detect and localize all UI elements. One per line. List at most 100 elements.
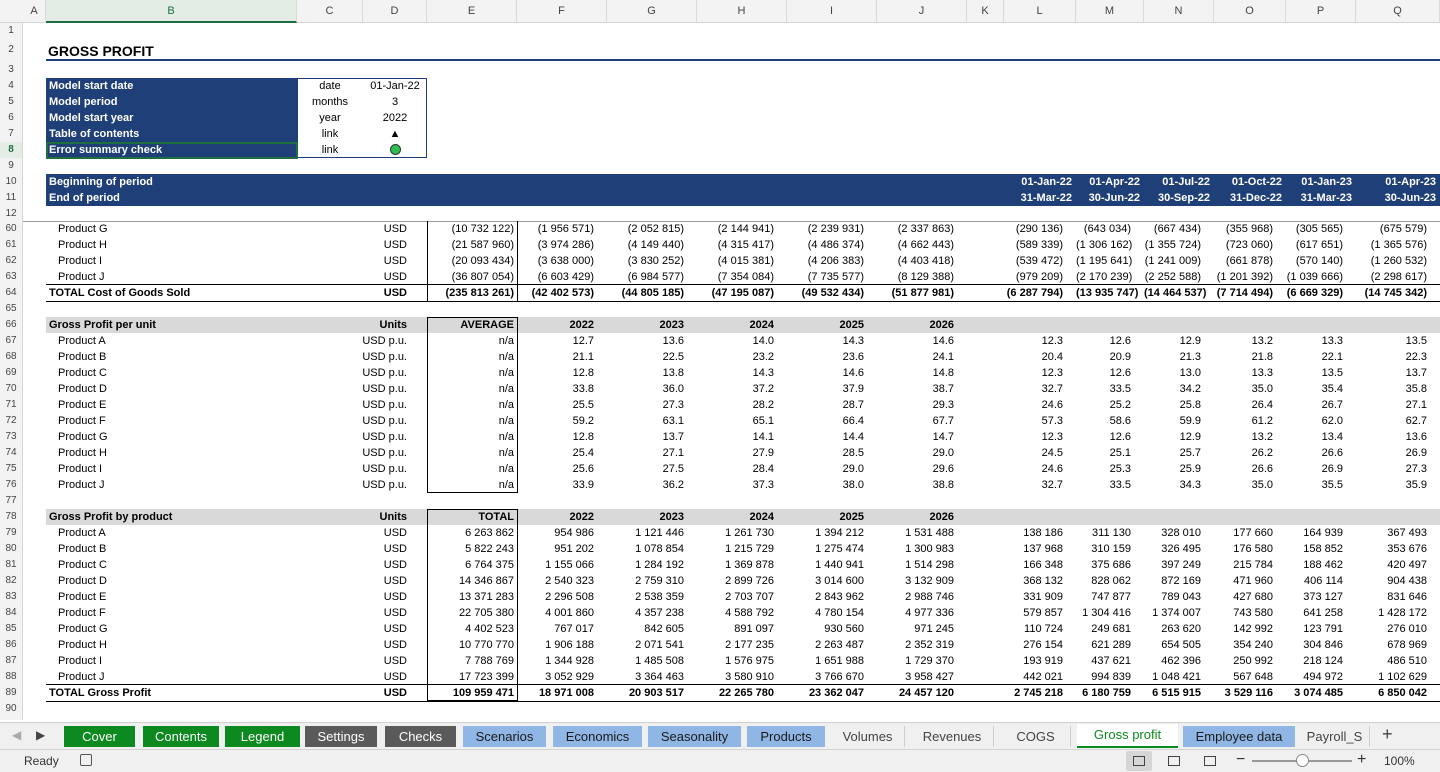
row-header-68[interactable]: 68: [0, 349, 22, 365]
row-header-74[interactable]: 74: [0, 445, 22, 461]
sheet-tab-payroll-s[interactable]: Payroll_S: [1300, 726, 1370, 747]
row-header-81[interactable]: 81: [0, 557, 22, 573]
column-header-b[interactable]: B: [46, 0, 297, 23]
row-header-73[interactable]: 73: [0, 429, 22, 445]
row-label: Product F: [58, 607, 106, 619]
row-header-9[interactable]: 9: [0, 158, 22, 174]
row-header-89[interactable]: 89: [0, 685, 22, 701]
row-header-88[interactable]: 88: [0, 669, 22, 685]
column-header-h[interactable]: H: [697, 0, 787, 23]
row-header-86[interactable]: 86: [0, 637, 22, 653]
row-header-66[interactable]: 66: [0, 317, 22, 333]
row-header-11[interactable]: 11: [0, 190, 22, 206]
sheet-tab-cogs[interactable]: COGS: [1001, 726, 1071, 747]
row-value: 37.9: [842, 383, 864, 395]
row-header-12[interactable]: 12: [0, 206, 22, 222]
zoom-in-icon[interactable]: +: [1357, 751, 1366, 769]
row-header-71[interactable]: 71: [0, 397, 22, 413]
row-value: (617 651): [1295, 239, 1343, 251]
row-header-10[interactable]: 10: [0, 174, 22, 190]
sheet-tab-volumes[interactable]: Volumes: [831, 726, 905, 747]
column-header-p[interactable]: P: [1286, 0, 1356, 23]
column-header-c[interactable]: C: [297, 0, 363, 23]
column-header-l[interactable]: L: [1004, 0, 1076, 23]
column-header-i[interactable]: I: [787, 0, 877, 23]
row-header-79[interactable]: 79: [0, 525, 22, 541]
row-header-67[interactable]: 67: [0, 333, 22, 349]
row-header-2[interactable]: 2: [0, 42, 22, 58]
row-header-62[interactable]: 62: [0, 253, 22, 269]
row-header-80[interactable]: 80: [0, 541, 22, 557]
column-header-j[interactable]: J: [877, 0, 967, 23]
column-header-o[interactable]: O: [1214, 0, 1286, 23]
page-layout-view-icon[interactable]: [1168, 756, 1180, 766]
row-header-5[interactable]: 5: [0, 94, 22, 110]
row-header-69[interactable]: 69: [0, 365, 22, 381]
zoom-slider[interactable]: [1252, 754, 1352, 767]
row-header-3[interactable]: 3: [0, 62, 22, 78]
column-header-e[interactable]: E: [427, 0, 517, 23]
row-value: (1 306 162): [1076, 239, 1133, 251]
row-unit: USD: [383, 687, 407, 699]
page-break-view-icon[interactable]: [1204, 756, 1216, 766]
row-header-90[interactable]: 90: [0, 701, 22, 717]
sheet-tab-settings[interactable]: Settings: [305, 726, 377, 747]
row-header-77[interactable]: 77: [0, 493, 22, 509]
row-header-63[interactable]: 63: [0, 269, 22, 285]
row-header-61[interactable]: 61: [0, 237, 22, 253]
row-header-72[interactable]: 72: [0, 413, 22, 429]
row-header-4[interactable]: 4: [0, 78, 22, 94]
column-header-q[interactable]: Q: [1356, 0, 1440, 23]
row-header-65[interactable]: 65: [0, 301, 22, 317]
sheet-tab-gross-profit[interactable]: Gross profit: [1077, 724, 1178, 748]
row-header-1[interactable]: 1: [0, 23, 22, 39]
column-header-m[interactable]: M: [1076, 0, 1144, 23]
row-header-78[interactable]: 78: [0, 509, 22, 525]
row-header-76[interactable]: 76: [0, 477, 22, 493]
row-header-60[interactable]: 60: [0, 221, 22, 237]
sheet-tab-economics[interactable]: Economics: [553, 726, 642, 747]
row-header-70[interactable]: 70: [0, 381, 22, 397]
sheet-tab-cover[interactable]: Cover: [64, 726, 135, 747]
row-value: 35.0: [1251, 383, 1273, 395]
column-header-g[interactable]: G: [607, 0, 697, 23]
add-sheet-icon[interactable]: +: [1382, 724, 1393, 745]
row-header-75[interactable]: 75: [0, 461, 22, 477]
error-check-indicator-icon[interactable]: [363, 142, 427, 158]
tab-scroll-right-icon[interactable]: ▶: [36, 728, 45, 742]
row-header-6[interactable]: 6: [0, 110, 22, 126]
column-header-f[interactable]: F: [517, 0, 607, 23]
row-header-87[interactable]: 87: [0, 653, 22, 669]
column-header-d[interactable]: D: [363, 0, 427, 23]
column-header-n[interactable]: N: [1144, 0, 1214, 23]
row-header-83[interactable]: 83: [0, 589, 22, 605]
row-header-7[interactable]: 7: [0, 126, 22, 142]
sheet-tab-employee-data[interactable]: Employee data: [1183, 726, 1295, 747]
column-header-a[interactable]: A: [23, 0, 46, 23]
row-unit: USD: [383, 543, 407, 555]
row-header-84[interactable]: 84: [0, 605, 22, 621]
row-value: 1 651 988: [815, 655, 864, 667]
sheet-tab-scenarios[interactable]: Scenarios: [463, 726, 546, 747]
sheet-tab-seasonality[interactable]: Seasonality: [648, 726, 741, 747]
sheet-tab-checks[interactable]: Checks: [385, 726, 456, 747]
sheet-tab-contents[interactable]: Contents: [143, 726, 219, 747]
row-header-8[interactable]: 8: [0, 142, 22, 158]
tab-scroll-left-icon[interactable]: ◀: [12, 728, 21, 742]
row-header-82[interactable]: 82: [0, 573, 22, 589]
row-value: 1 369 878: [725, 559, 774, 571]
toc-link-icon[interactable]: ▲: [363, 126, 427, 142]
row-value: 2 540 323: [545, 575, 594, 587]
sheet-tab-products[interactable]: Products: [747, 726, 825, 747]
sheet-tab-revenues[interactable]: Revenues: [911, 726, 994, 747]
column-header-k[interactable]: K: [967, 0, 1004, 23]
row-value: (4 486 374): [807, 239, 864, 251]
accessibility-icon[interactable]: [80, 754, 92, 766]
normal-view-icon[interactable]: [1126, 751, 1152, 771]
sheet-tab-legend[interactable]: Legend: [225, 726, 300, 747]
row-header-64[interactable]: 64: [0, 285, 22, 301]
zoom-out-icon[interactable]: −: [1236, 751, 1245, 769]
row-header-85[interactable]: 85: [0, 621, 22, 637]
row-value: 2 296 508: [545, 591, 594, 603]
row-value: 138 186: [1023, 527, 1063, 539]
